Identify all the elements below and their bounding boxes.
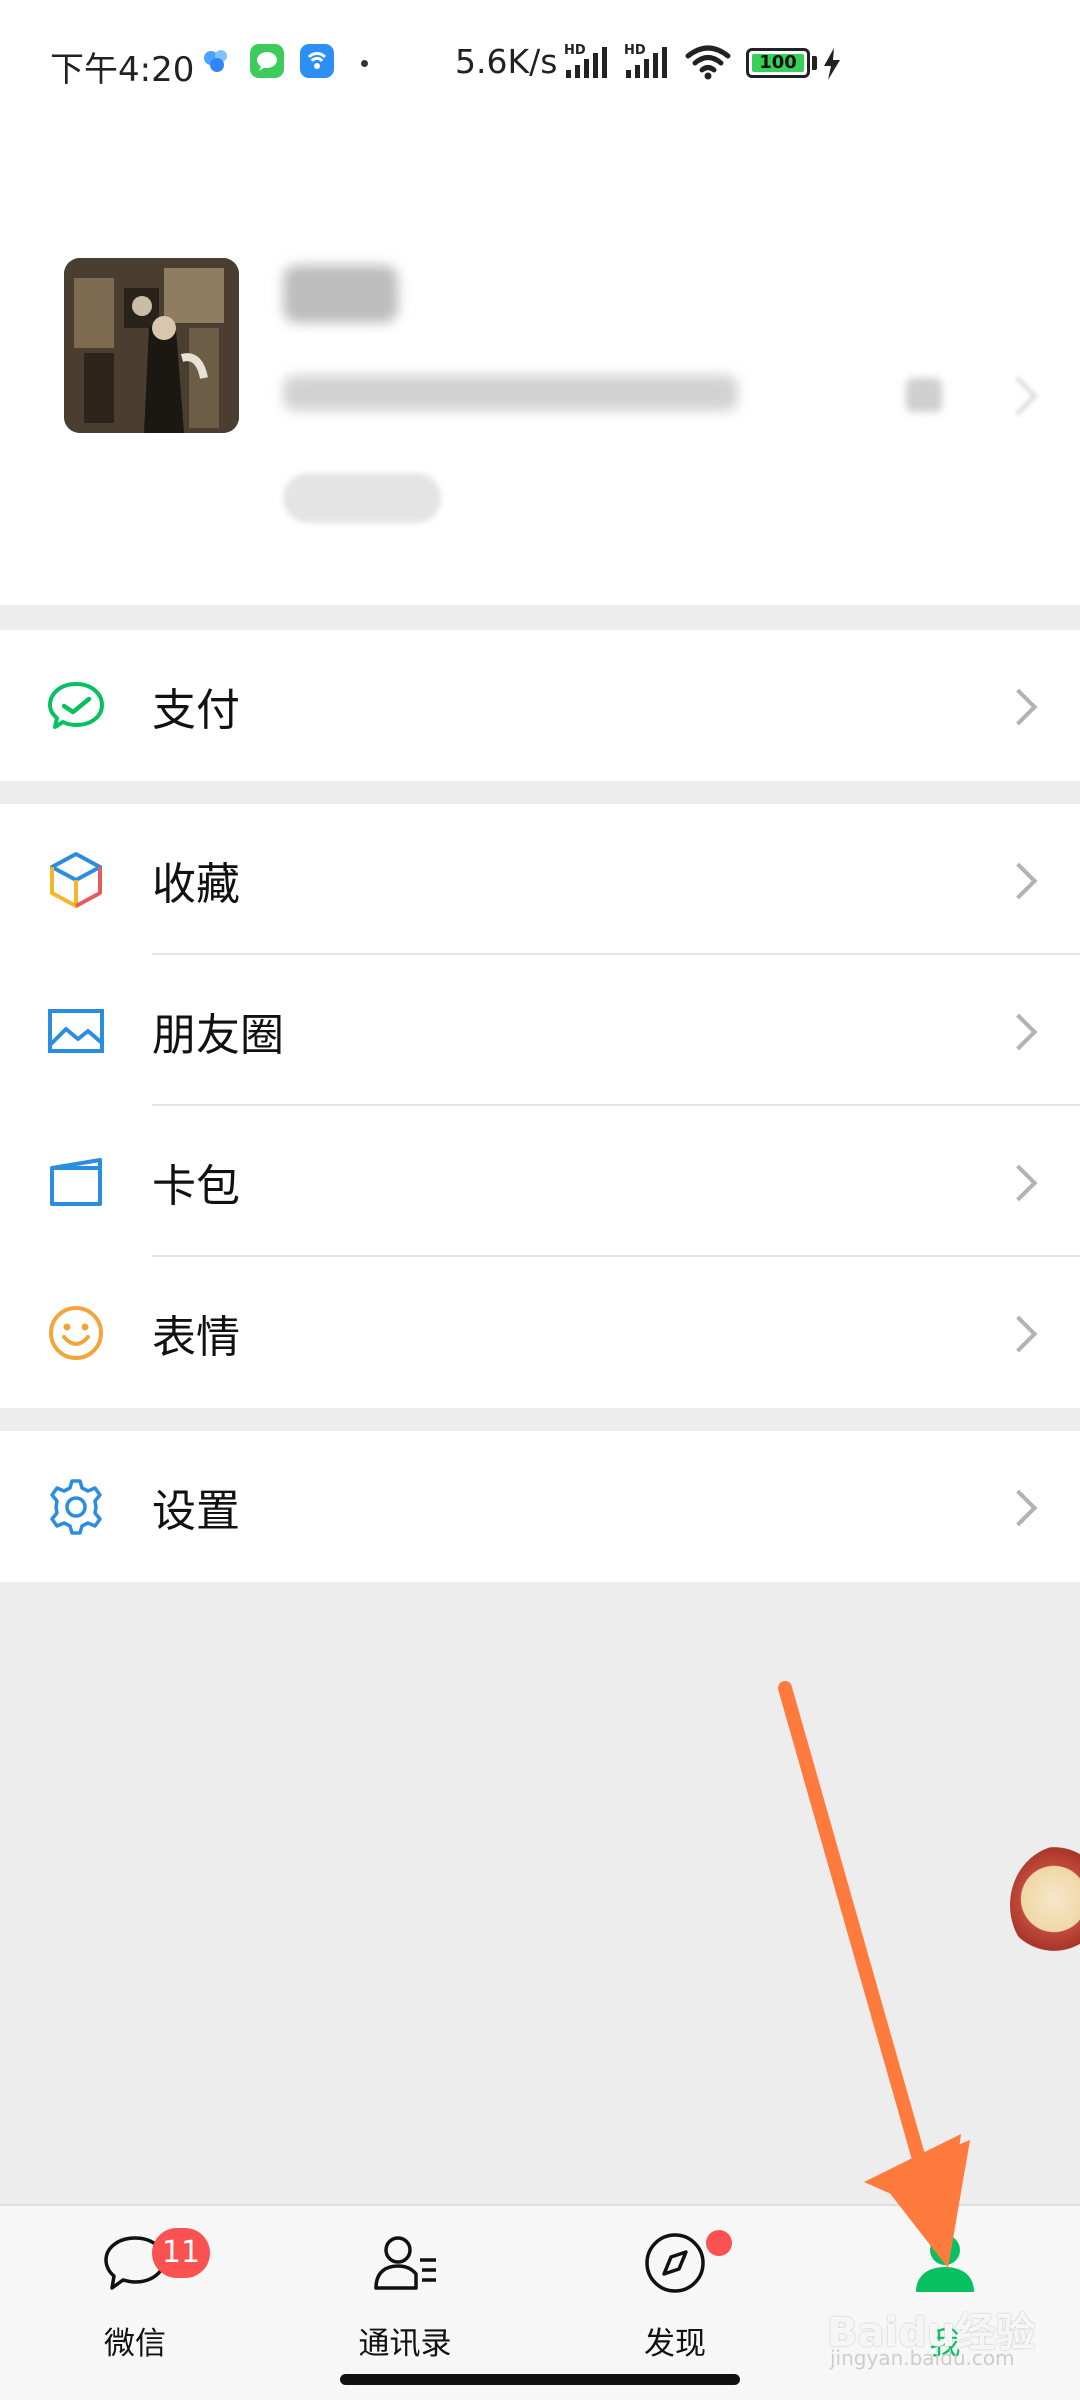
menu-label-cards: 卡包 <box>152 1160 240 1212</box>
profile-name-blurred <box>283 265 398 323</box>
chevron-right-icon <box>1000 1315 1038 1352</box>
me-person-icon <box>910 2230 980 2296</box>
moments-picture-icon <box>44 999 108 1063</box>
tab-label-discover: 发现 <box>644 2326 706 2362</box>
wifi-icon <box>684 44 732 84</box>
battery-tip <box>812 56 817 70</box>
signal-1-icon: HD <box>562 42 614 86</box>
tab-label-chats: 微信 <box>104 2326 166 2362</box>
discover-dot-badge <box>706 2230 732 2256</box>
chevron-right-icon <box>1000 1164 1038 1201</box>
menu-item-settings[interactable]: 设置 <box>0 1431 1080 1582</box>
home-indicator[interactable] <box>340 2374 740 2385</box>
chevron-right-icon <box>1000 688 1038 725</box>
wechat-id-blurred <box>283 375 738 411</box>
menu-label-moments: 朋友圈 <box>152 1009 284 1061</box>
menu-group-pay: 支付 <box>0 630 1080 781</box>
status-bar: 下午4:20 5.6K/s HD HD 100 <box>0 0 1080 130</box>
qr-code-icon[interactable] <box>906 378 942 412</box>
chevron-right-icon <box>998 376 1038 416</box>
watermark-sub: jingyan.baidu.com <box>830 2346 1015 2370</box>
menu-label-favorites: 收藏 <box>152 858 240 910</box>
compass-icon <box>640 2230 710 2296</box>
status-time: 下午4:20 <box>50 50 195 90</box>
contacts-person-icon <box>370 2230 440 2296</box>
svg-text:HD: HD <box>564 43 586 58</box>
tab-chats[interactable]: 11 微信 <box>35 2228 235 2380</box>
pay-icon <box>44 674 108 738</box>
menu-label-stickers: 表情 <box>152 1311 240 1363</box>
floating-sticker-icon[interactable] <box>1010 1845 1080 1965</box>
cloud-app-icon <box>200 44 234 78</box>
battery-level: 100 <box>752 54 804 72</box>
unread-badge: 11 <box>152 2228 210 2278</box>
card-wallet-icon <box>44 1150 108 1214</box>
network-speed: 5.6K/s <box>455 42 558 81</box>
menu-item-stickers[interactable]: 表情 <box>0 1257 1080 1408</box>
profile-header[interactable] <box>0 130 1080 605</box>
wifi-app-icon <box>300 44 334 78</box>
tab-contacts[interactable]: 通讯录 <box>305 2230 505 2380</box>
menu-item-pay[interactable]: 支付 <box>0 630 1080 781</box>
smiley-face-icon <box>44 1301 108 1365</box>
tab-label-contacts: 通讯录 <box>358 2326 452 2362</box>
favorites-cube-icon <box>44 848 108 912</box>
svg-text:HD: HD <box>624 43 646 58</box>
avatar[interactable] <box>64 258 239 433</box>
chevron-right-icon <box>1000 1013 1038 1050</box>
status-button-blurred[interactable] <box>283 473 441 523</box>
menu-item-cards[interactable]: 卡包 <box>0 1106 1080 1257</box>
tab-discover[interactable]: 发现 <box>575 2230 775 2380</box>
menu-label-settings: 设置 <box>152 1485 240 1537</box>
chevron-right-icon <box>1000 862 1038 899</box>
menu-group-settings: 设置 <box>0 1431 1080 1582</box>
signal-2-icon: HD <box>622 42 674 86</box>
charging-icon <box>822 48 842 84</box>
notification-dot <box>361 60 368 67</box>
gear-icon <box>44 1475 108 1539</box>
menu-group-main: 收藏 朋友圈 卡包 表情 <box>0 804 1080 1408</box>
message-app-icon <box>250 44 284 78</box>
menu-item-favorites[interactable]: 收藏 <box>0 804 1080 955</box>
chevron-right-icon <box>1000 1489 1038 1526</box>
menu-label-pay: 支付 <box>152 684 240 736</box>
battery-icon: 100 <box>746 48 810 78</box>
menu-item-moments[interactable]: 朋友圈 <box>0 955 1080 1106</box>
